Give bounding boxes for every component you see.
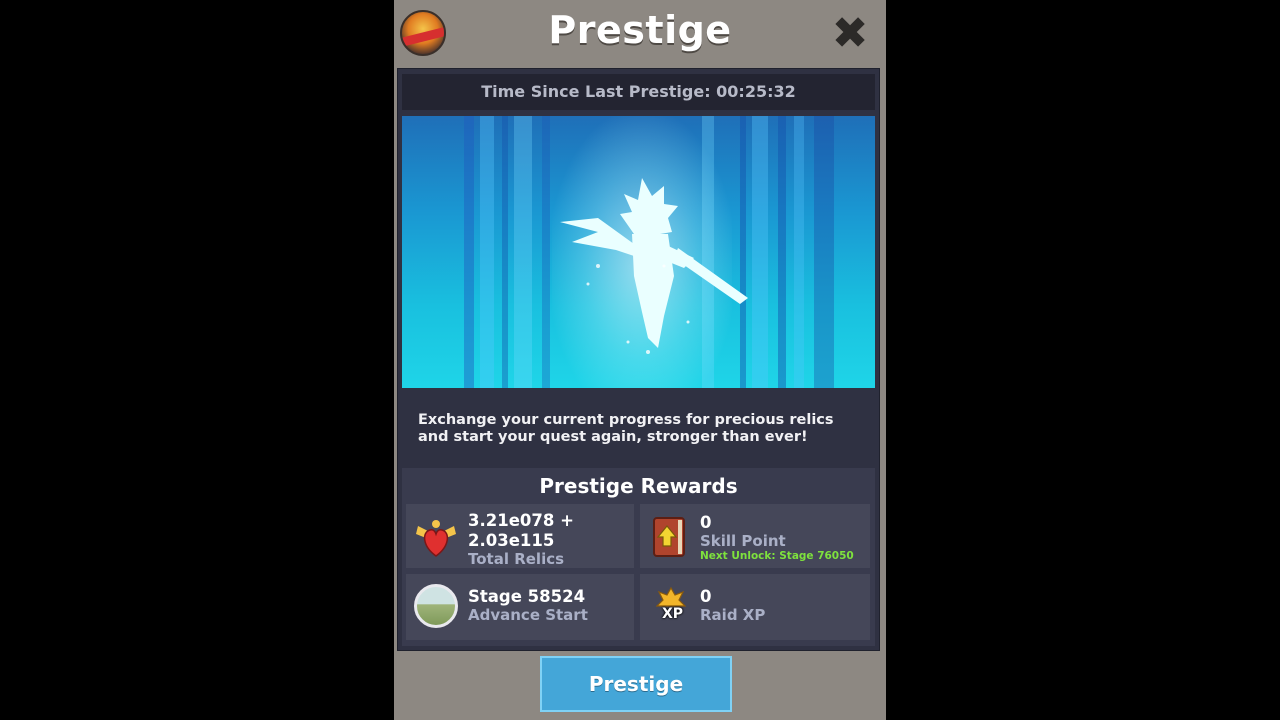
skill-point-next-unlock: Next Unlock: Stage 76050: [700, 550, 854, 562]
prestige-description: Exchange your current progress for preci…: [418, 412, 834, 445]
prestige-button[interactable]: Prestige: [540, 656, 732, 712]
advance-start-value: Stage 58524: [468, 587, 586, 606]
reward-advance-start: Stage 58524 Advance Start: [406, 574, 634, 640]
dialog-content: Time Since Last Prestige: 00:25:32 Excha…: [397, 68, 880, 651]
skill-book-icon: [653, 517, 685, 557]
reward-skill-point: 0 Skill Point Next Unlock: Stage 76050: [640, 504, 870, 568]
close-button[interactable]: ✖: [830, 12, 870, 56]
winged-heart-icon: [416, 520, 456, 557]
total-relics-label: Total Relics: [468, 550, 565, 568]
advance-start-label: Advance Start: [468, 606, 588, 624]
raid-xp-value: 0: [700, 587, 712, 606]
dialog-header: Prestige ✖: [394, 0, 886, 70]
total-relics-value-line1: 3.21e078 +: [468, 511, 574, 530]
dialog-title: Prestige: [548, 8, 732, 52]
total-relics-value-line2: 2.03e115: [468, 531, 555, 550]
prestige-dialog: Prestige ✖ Time Since Last Prestige: 00:…: [394, 0, 886, 720]
skill-point-label: Skill Point: [700, 532, 786, 550]
landscape-icon: [414, 584, 458, 628]
hero-silhouette-icon: [560, 178, 748, 354]
raid-xp-icon: XP: [652, 586, 692, 626]
time-since-last-prestige: Time Since Last Prestige: 00:25:32: [481, 82, 796, 101]
raid-xp-label: Raid XP: [700, 606, 766, 624]
prestige-banner-image: [402, 116, 875, 388]
reward-raid-xp: XP 0 Raid XP: [640, 574, 870, 640]
skill-point-value: 0: [700, 513, 712, 532]
timer-bar: Time Since Last Prestige: 00:25:32: [402, 74, 875, 110]
raid-xp-badge: XP: [662, 606, 684, 622]
rewards-title: Prestige Rewards: [539, 474, 738, 498]
reward-total-relics: 3.21e078 + 2.03e115 Total Relics: [406, 504, 634, 568]
close-icon: ✖: [831, 8, 869, 59]
prestige-rewards-panel: Prestige Rewards 3.21e078 + 2.03e115 Tot…: [402, 468, 875, 646]
